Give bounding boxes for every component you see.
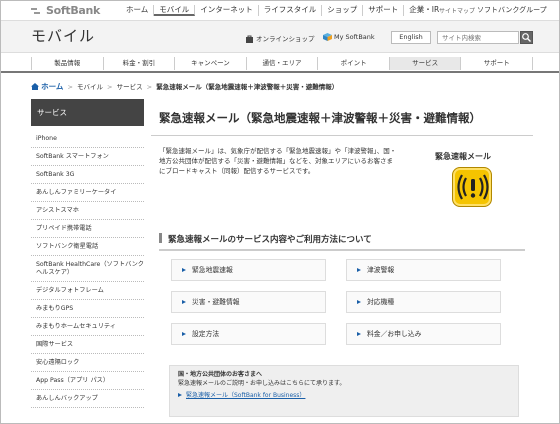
search-icon (522, 33, 531, 42)
link-label: 津波警報 (367, 266, 395, 274)
link-row: 緊急地震速報 津波警報 (171, 259, 501, 281)
breadcrumb-mobile[interactable]: モバイル (77, 83, 103, 91)
gnav-home[interactable]: ホーム (121, 5, 155, 16)
my-softbank-label: My SoftBank (334, 33, 375, 41)
subnav-pricing[interactable]: 料金・割引 (102, 57, 175, 70)
alert-broadcast-icon (457, 174, 489, 200)
sidebar-heading[interactable]: サービス (31, 99, 144, 126)
section-title[interactable]: モバイル (31, 25, 95, 46)
softbank-logo[interactable]: SoftBank (31, 4, 100, 17)
emergency-alert-app-icon (452, 167, 492, 207)
link-label: 災害・避難情報 (192, 298, 240, 306)
sidebar-item-gps[interactable]: みまもりGPS (31, 300, 144, 318)
subnav-divider (1, 71, 559, 73)
link-row: 災害・避難情報 対応機種 (171, 291, 501, 313)
sidebar-item-assist-smartphone[interactable]: アシストスマホ (31, 202, 144, 220)
arrow-right-icon (178, 393, 182, 397)
link-label: 設定方法 (192, 330, 220, 338)
gnav-shop[interactable]: ショップ (322, 5, 364, 16)
arrow-right-icon (357, 300, 361, 304)
breadcrumb-home[interactable]: ホーム (41, 82, 63, 91)
subnav-campaign[interactable]: キャンペーン (174, 57, 246, 70)
government-note-box: 国・地方公共団体のお客さまへ 緊急速報メールのご説明・お申し込みはこちらにて承り… (169, 365, 519, 417)
sidebar-item-remote-lock[interactable]: 安心遠隔ロック (31, 354, 144, 372)
breadcrumb-separator: > (107, 83, 113, 91)
sidebar-item-photo-frame[interactable]: デジタルフォトフレーム (31, 282, 144, 300)
sub-nav: 製品情報 料金・割引 キャンペーン 通信・エリア ポイント サービス サポート (31, 57, 534, 70)
sidebar-item-app-pass[interactable]: App Pass（アプリ パス） (31, 372, 144, 390)
site-search-input[interactable] (437, 31, 519, 44)
sidebar-item-smartphone[interactable]: SoftBank スマートフォン (31, 148, 144, 166)
sidebar-item-family-phone[interactable]: あんしんファミリーケータイ (31, 184, 144, 202)
arrow-right-icon (357, 268, 361, 272)
gnav-mobile[interactable]: モバイル (154, 5, 196, 16)
breadcrumb-separator: > (146, 83, 153, 91)
sidebar-item-prepaid[interactable]: プリペイド携帯電話 (31, 220, 144, 238)
arrow-right-icon (182, 332, 186, 336)
subnav-services[interactable]: サービス (388, 57, 461, 70)
breadcrumb-separator: > (67, 83, 73, 91)
subnav-products[interactable]: 製品情報 (31, 57, 103, 70)
gnav-lifestyle[interactable]: ライフスタイル (259, 5, 323, 16)
online-shop-link[interactable]: オンラインショップ (245, 33, 315, 43)
shop-bag-icon (246, 35, 253, 43)
global-nav: ホーム モバイル インターネット ライフスタイル ショップ サポート 企業・IR (121, 5, 444, 16)
online-shop-label: オンラインショップ (256, 35, 315, 43)
english-button[interactable]: English (391, 31, 431, 44)
badge-title: 緊急速報メール (435, 152, 491, 161)
link-label: 緊急地震速報 (192, 266, 233, 274)
section-heading: 緊急速報メールのサービス内容やご利用方法について (159, 233, 525, 251)
link-disaster-info[interactable]: 災害・避難情報 (171, 291, 326, 313)
sidebar-item-3g[interactable]: SoftBank 3G (31, 166, 144, 184)
page-title: 緊急速報メール（緊急地震速報＋津波警報＋災害・避難情報） (151, 99, 533, 136)
sidebar-item-backup[interactable]: あんしんバックアップ (31, 390, 144, 408)
gnav-support[interactable]: サポート (363, 5, 405, 16)
global-topbar: SoftBank ホーム モバイル インターネット ライフスタイル ショップ サ… (1, 1, 559, 21)
subnav-support[interactable]: サポート (460, 57, 534, 70)
sitemap-link[interactable]: サイトマップ (439, 6, 475, 15)
my-softbank-link[interactable]: My SoftBank (323, 33, 375, 41)
breadcrumb: ホーム > モバイル > サービス > 緊急速報メール（緊急地震速報＋津波警報＋… (31, 81, 338, 92)
breadcrumb-services[interactable]: サービス (117, 83, 143, 91)
page-frame: SoftBank ホーム モバイル インターネット ライフスタイル ショップ サ… (0, 0, 560, 424)
cube-icon (323, 33, 332, 41)
subnav-points[interactable]: ポイント (317, 57, 389, 70)
site-header: モバイル オンラインショップ My SoftBank English (1, 21, 559, 53)
link-earthquake-warning[interactable]: 緊急地震速報 (171, 259, 326, 281)
arrow-right-icon (182, 300, 186, 304)
softbank-logo-icon (31, 8, 40, 14)
note-text: 緊急速報メールのご説明・お申し込みはこちらにて承ります。 (178, 380, 346, 387)
sidebar-item-home-security[interactable]: みまもりホームセキュリティ (31, 318, 144, 336)
search-button[interactable] (520, 31, 533, 44)
arrow-right-icon (182, 268, 186, 272)
note-title: 国・地方公共団体のお客さまへ (178, 371, 263, 378)
intro-text: 「緊急速報メール」は、気象庁が配信する「緊急地震速報」や「津波警報」、国・地方公… (159, 147, 397, 175)
link-supported-models[interactable]: 対応機種 (346, 291, 501, 313)
note-link[interactable]: 緊急速報メール（SoftBank for Business） (178, 391, 510, 400)
sidebar: サービス iPhone SoftBank スマートフォン SoftBank 3G… (31, 99, 144, 408)
group-link[interactable]: ソフトバンクグループ (477, 5, 547, 15)
gnav-internet[interactable]: インターネット (195, 5, 259, 16)
link-label: 対応機種 (367, 298, 395, 306)
link-label: 料金／お申し込み (367, 330, 422, 338)
link-pricing-apply[interactable]: 料金／お申し込み (346, 323, 501, 345)
breadcrumb-current: 緊急速報メール（緊急地震速報＋津波警報＋災害・避難情報） (156, 83, 339, 91)
logo-text: SoftBank (46, 4, 101, 17)
link-row: 設定方法 料金／お申し込み (171, 323, 501, 345)
arrow-right-icon (357, 332, 361, 336)
main-content: 緊急速報メール（緊急地震速報＋津波警報＋災害・避難情報） 「緊急速報メール」は、… (151, 99, 533, 417)
service-link-grid: 緊急地震速報 津波警報 災害・避難情報 対応機種 設定方法 料金／お申し込み (171, 259, 501, 355)
note-link-label: 緊急速報メール（SoftBank for Business） (186, 392, 306, 399)
link-tsunami-warning[interactable]: 津波警報 (346, 259, 501, 281)
sidebar-item-international[interactable]: 国際サービス (31, 336, 144, 354)
home-icon (31, 83, 39, 90)
link-setup[interactable]: 設定方法 (171, 323, 326, 345)
sidebar-item-satellite[interactable]: ソフトバンク衛星電話 (31, 238, 144, 256)
sidebar-item-iphone[interactable]: iPhone (31, 130, 144, 148)
subnav-area[interactable]: 通信・エリア (245, 57, 318, 70)
sidebar-item-healthcare[interactable]: SoftBank HealthCare（ソフトバンク ヘルスケア） (31, 256, 144, 282)
